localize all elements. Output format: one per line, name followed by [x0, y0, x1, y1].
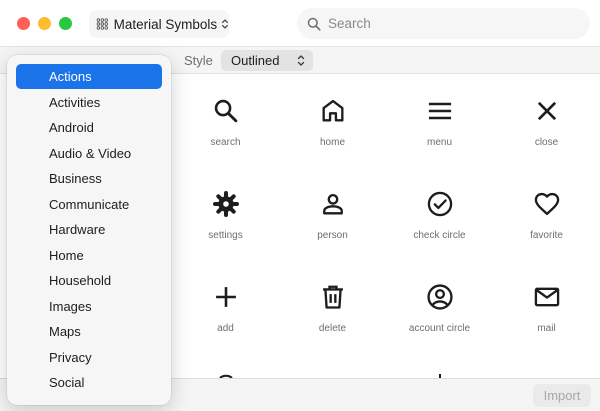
icon-cell-person[interactable]: person	[279, 167, 386, 260]
icon-cell-mail[interactable]: mail	[493, 260, 600, 353]
icon-cell-close[interactable]: close	[493, 74, 600, 167]
icon-cell-settings[interactable]: settings	[172, 167, 279, 260]
category-menu: Actions Activities Android Audio & Video…	[7, 55, 171, 405]
icon-caption: person	[317, 230, 348, 241]
check-circle-icon	[427, 191, 452, 217]
person-icon	[322, 193, 343, 215]
add-icon	[215, 287, 236, 307]
icon-cell-home[interactable]: home	[279, 74, 386, 167]
mail-icon	[534, 287, 559, 307]
close-window-button[interactable]	[17, 17, 30, 30]
search-input[interactable]	[328, 16, 568, 31]
icon-caption: favorite	[530, 230, 563, 241]
style-select[interactable]: Outlined	[221, 50, 313, 71]
category-item-household[interactable]: Household	[16, 268, 162, 293]
category-item-social[interactable]: Social	[16, 370, 162, 395]
menu-icon	[428, 102, 451, 120]
category-item-audio-video[interactable]: Audio & Video	[16, 141, 162, 166]
category-item-activities[interactable]: Activities	[16, 90, 162, 115]
icon-cell-menu[interactable]: menu	[386, 74, 493, 167]
icon-caption: search	[210, 137, 241, 148]
search-icon	[214, 99, 237, 123]
icon-caption: account circle	[408, 323, 471, 334]
icon-caption: check circle	[413, 230, 466, 241]
search-field[interactable]	[297, 8, 590, 39]
icon-cell-check-circle[interactable]: check circle	[386, 167, 493, 260]
title-bar: Material Symbols	[0, 0, 600, 47]
category-item-android[interactable]: Android	[16, 115, 162, 140]
icon-cell-favorite[interactable]: favorite	[493, 167, 600, 260]
category-item-images[interactable]: Images	[16, 294, 162, 319]
minimize-window-button[interactable]	[38, 17, 51, 30]
delete-icon	[322, 285, 343, 309]
home-icon	[322, 99, 343, 122]
icon-cell-search[interactable]: search	[172, 74, 279, 167]
search-icon	[307, 17, 321, 31]
icon-caption: settings	[208, 230, 243, 241]
category-item-privacy[interactable]: Privacy	[16, 345, 162, 370]
icon-grid: search home menu close settings person c…	[172, 74, 600, 378]
maximize-window-button[interactable]	[59, 17, 72, 30]
icon-cell-add[interactable]: add	[172, 260, 279, 353]
up-down-chevron-icon	[297, 55, 305, 66]
category-item-maps[interactable]: Maps	[16, 319, 162, 344]
icon-caption: add	[217, 323, 234, 334]
grid-icon	[96, 18, 108, 30]
icon-caption: menu	[426, 137, 452, 148]
style-select-value: Outlined	[231, 53, 280, 68]
icon-caption: close	[534, 137, 559, 148]
collection-label: Material Symbols	[113, 16, 218, 32]
icon-caption: delete	[318, 323, 347, 334]
settings-icon	[212, 191, 239, 217]
icon-cell-account-circle[interactable]: account circle	[386, 260, 493, 353]
category-item-business[interactable]: Business	[16, 166, 162, 191]
favorite-icon	[534, 192, 559, 216]
icon-caption: home	[319, 137, 345, 148]
up-down-chevron-icon	[222, 19, 228, 29]
category-item-communicate[interactable]: Communicate	[16, 192, 162, 217]
icon-cell-delete[interactable]: delete	[279, 260, 386, 353]
import-button[interactable]: Import	[533, 384, 591, 407]
category-item-actions[interactable]: Actions	[16, 64, 162, 89]
style-label: Style	[184, 53, 213, 68]
close-icon	[537, 101, 556, 121]
category-item-hardware[interactable]: Hardware	[16, 217, 162, 242]
category-item-home[interactable]: Home	[16, 243, 162, 268]
collection-selector[interactable]: Material Symbols	[89, 10, 229, 38]
account-circle-icon	[426, 284, 453, 310]
icon-caption: mail	[537, 323, 556, 334]
